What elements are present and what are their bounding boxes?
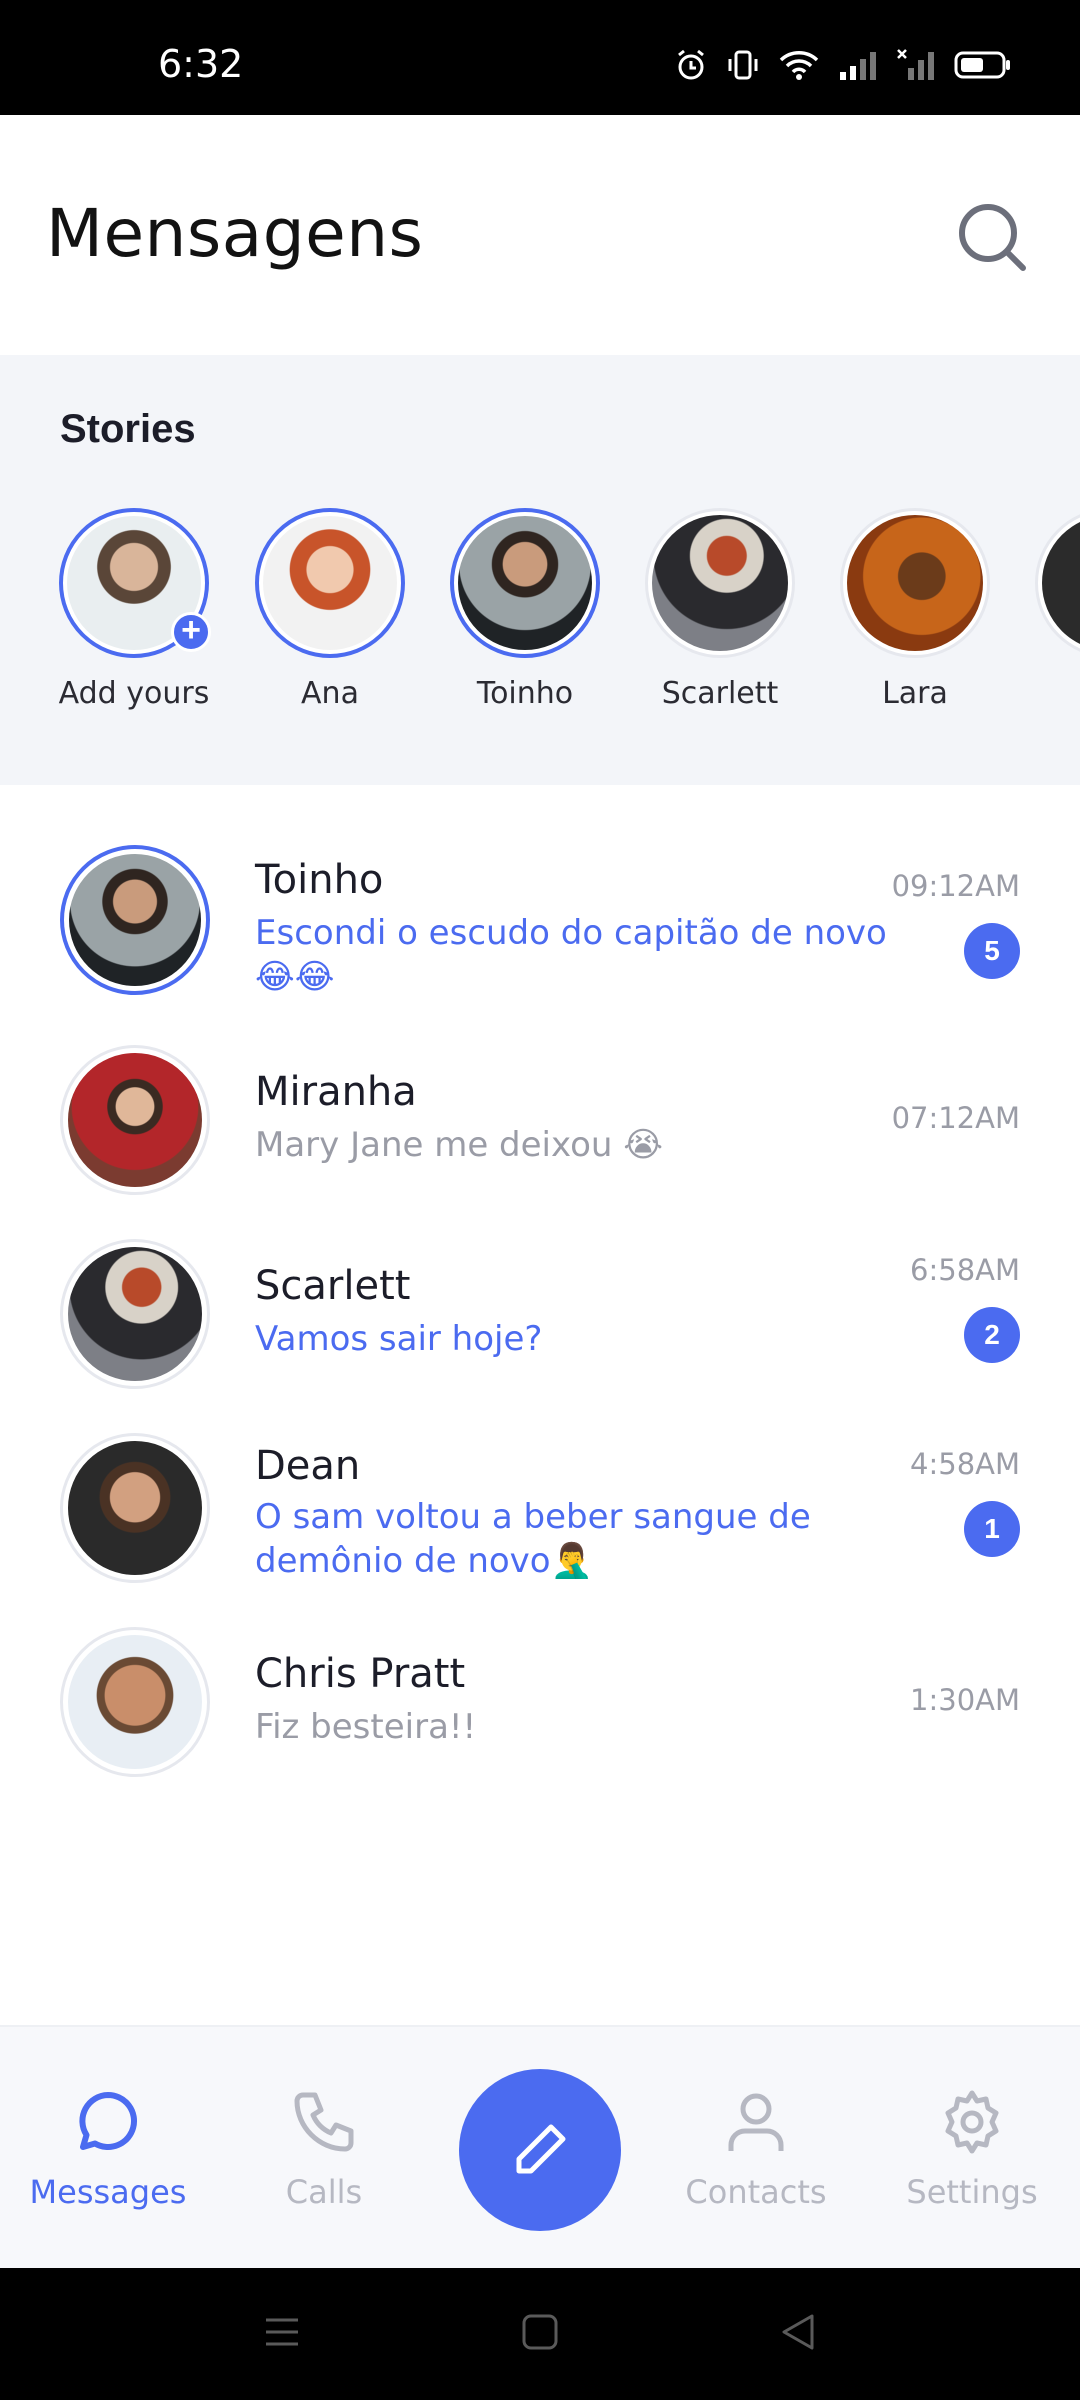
chat-time: 6:58AM — [910, 1253, 1020, 1287]
status-time: 6:32 — [158, 42, 244, 86]
nav-label: Settings — [906, 2173, 1038, 2211]
avatar — [60, 1045, 210, 1195]
chat-message: Escondi o escudo do capitão de novo 😂😂 — [255, 913, 887, 997]
add-story-icon[interactable]: + — [171, 612, 211, 652]
nav-settings[interactable]: Settings — [872, 2087, 1072, 2211]
chat-name: Dean — [255, 1443, 361, 1489]
story-lara[interactable]: Lara — [825, 508, 1005, 711]
nav-messages[interactable]: Messages — [8, 2087, 208, 2211]
home-icon[interactable] — [520, 2312, 560, 2352]
page-title: Mensagens — [46, 195, 424, 272]
pencil-icon — [516, 2124, 566, 2174]
gear-icon — [945, 2090, 999, 2154]
story-name: Scarlett — [661, 676, 779, 711]
avatar — [645, 508, 795, 658]
avatar — [255, 508, 405, 658]
status-icons — [674, 48, 1012, 82]
signal-icon — [840, 52, 876, 80]
chat-name: Scarlett — [255, 1263, 411, 1309]
vibrate-icon — [728, 50, 758, 80]
story-add-yours[interactable]: + Add yours — [44, 508, 224, 711]
chat-name: Miranha — [255, 1069, 417, 1115]
chat-item-dean[interactable]: Dean O sam voltou a beber sangue de demô… — [0, 1433, 1080, 1623]
chat-message: Vamos sair hoje? — [255, 1319, 543, 1359]
chat-time: 07:12AM — [891, 1101, 1020, 1135]
nav-label: Contacts — [685, 2173, 827, 2211]
unread-badge: 2 — [964, 1307, 1020, 1363]
status-bar: 6:32 — [0, 0, 1080, 115]
chat-message: Mary Jane me deixou 😭 — [255, 1125, 663, 1165]
chat-item-chris-pratt[interactable]: Chris Pratt Fiz besteira!! 1:30AM — [0, 1627, 1080, 1807]
chat-name: Toinho — [255, 857, 384, 903]
story-name: Lara — [882, 676, 948, 711]
chat-message: Fiz besteira!! — [255, 1707, 477, 1747]
avatar — [60, 845, 210, 995]
alarm-icon — [678, 49, 704, 80]
chat-time: 09:12AM — [891, 869, 1020, 903]
chat-item-scarlett[interactable]: Scarlett Vamos sair hoje? 6:58AM 2 — [0, 1239, 1080, 1419]
nav-calls[interactable]: Calls — [224, 2087, 424, 2211]
menu-icon[interactable] — [262, 2312, 302, 2352]
story-name: Ana — [301, 676, 359, 711]
nav-label: Messages — [29, 2173, 187, 2211]
signal-nosim-icon — [897, 49, 934, 80]
avatar: + — [59, 508, 211, 658]
stories-title: Stories — [60, 407, 196, 451]
avatar — [60, 1239, 210, 1389]
story-toinho[interactable]: Toinho — [435, 508, 615, 711]
nav-contacts[interactable]: Contacts — [656, 2087, 856, 2211]
avatar — [450, 508, 600, 658]
search-button[interactable] — [952, 197, 1032, 277]
back-icon[interactable] — [778, 2312, 818, 2352]
story-name: Add yours — [58, 676, 210, 711]
person-icon — [728, 2093, 784, 2151]
stories-section: Stories + Add yours Ana Toinho Scarlett … — [0, 355, 1080, 785]
story-partial[interactable] — [1020, 508, 1080, 658]
header: Mensagens — [0, 115, 1080, 355]
system-nav-bar — [0, 2268, 1080, 2400]
chat-item-toinho[interactable]: Toinho Escondi o escudo do capitão de no… — [0, 845, 1080, 1035]
battery-icon — [954, 51, 1010, 79]
unread-badge: 5 — [964, 923, 1020, 979]
bottom-nav: Messages Calls Contacts Settings — [0, 2025, 1080, 2268]
chat-item-miranha[interactable]: Miranha Mary Jane me deixou 😭 07:12AM — [0, 1045, 1080, 1225]
chat-name: Chris Pratt — [255, 1651, 466, 1697]
unread-badge: 1 — [964, 1501, 1020, 1557]
chat-bubble-icon — [79, 2092, 138, 2150]
story-ana[interactable]: Ana — [240, 508, 420, 711]
avatar — [60, 1433, 210, 1583]
avatar — [1035, 508, 1080, 658]
avatar — [60, 1627, 210, 1777]
phone-icon — [294, 2092, 354, 2152]
nav-label: Calls — [285, 2173, 363, 2211]
compose-button[interactable] — [459, 2069, 621, 2231]
wifi-icon — [779, 51, 819, 80]
story-scarlett[interactable]: Scarlett — [630, 508, 810, 711]
chat-time: 4:58AM — [910, 1447, 1020, 1481]
story-name: Toinho — [476, 676, 574, 711]
chat-time: 1:30AM — [910, 1683, 1020, 1717]
avatar — [840, 508, 990, 658]
search-icon — [959, 204, 1026, 271]
chat-message: O sam voltou a beber sangue de demônio d… — [255, 1497, 811, 1581]
